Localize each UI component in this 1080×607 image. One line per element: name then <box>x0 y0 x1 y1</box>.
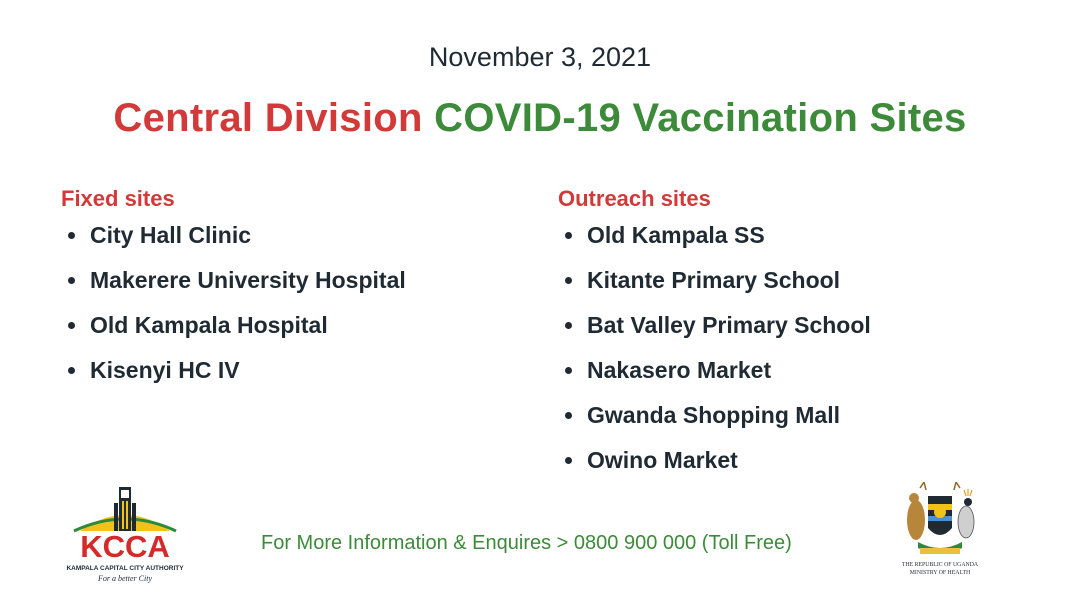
list-item: Kisenyi HC IV <box>61 353 406 398</box>
list-item: Old Kampala SS <box>558 218 871 263</box>
date: November 3, 2021 <box>428 42 652 72</box>
fixed-sites-list: City Hall Clinic Makerere University Hos… <box>61 218 406 398</box>
list-item: Kitante Primary School <box>558 263 871 308</box>
kcca-logo: KCCA KAMPALA CAPITAL CITY AUTHORITY For … <box>60 485 190 585</box>
page-title: Central Division COVID-19 Vaccination Si… <box>0 96 1080 141</box>
list-item: Makerere University Hospital <box>61 263 406 308</box>
coat-of-arms-icon <box>907 482 975 554</box>
kcca-tower-icon <box>73 487 177 533</box>
contact-info: For More Information & Enquires > 0800 9… <box>261 532 792 554</box>
outreach-sites-heading: Outreach sites <box>558 186 711 211</box>
outreach-sites-section: Outreach sites Old Kampala SS Kitante Pr… <box>558 186 871 488</box>
uganda-coat-of-arms: THE REPUBLIC OF UGANDA MINISTRY OF HEALT… <box>890 482 990 582</box>
list-item: Bat Valley Primary School <box>558 308 871 353</box>
list-item: Nakasero Market <box>558 353 871 398</box>
list-item: Gwanda Shopping Mall <box>558 398 871 443</box>
kcca-tagline: For a better City <box>98 574 152 583</box>
list-item: Old Kampala Hospital <box>61 308 406 353</box>
kcca-full-name: KAMPALA CAPITAL CITY AUTHORITY <box>66 565 184 572</box>
republic-label: THE REPUBLIC OF UGANDA <box>901 562 979 568</box>
fixed-sites-section: Fixed sites City Hall Clinic Makerere Un… <box>61 186 406 398</box>
list-item: Owino Market <box>558 443 871 488</box>
title-division: Central Division <box>113 96 423 140</box>
list-item: City Hall Clinic <box>61 218 406 263</box>
ministry-label: MINISTRY OF HEALTH <box>909 570 971 576</box>
kcca-name: KCCA <box>80 529 170 564</box>
outreach-sites-list: Old Kampala SS Kitante Primary School Ba… <box>558 218 871 488</box>
title-subject: COVID-19 Vaccination Sites <box>434 96 967 140</box>
fixed-sites-heading: Fixed sites <box>61 186 175 211</box>
